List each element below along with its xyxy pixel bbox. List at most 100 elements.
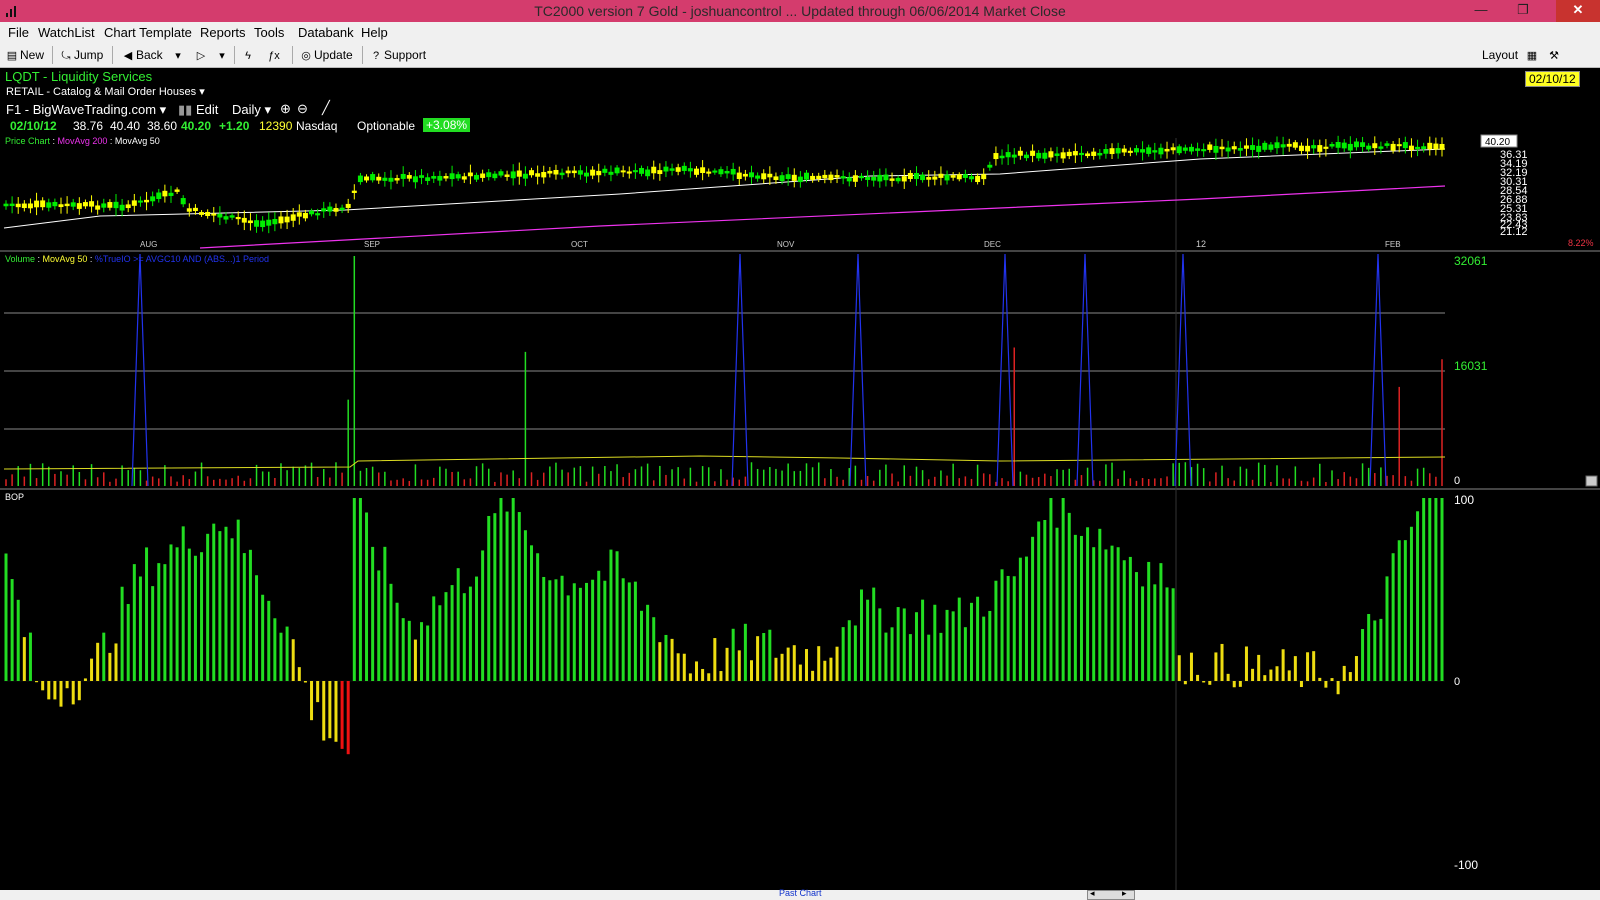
chart-canvas[interactable]: 36.31 34.19 32.19 30.31 28.54 26.88 25.3… [0, 68, 1600, 890]
price-candle [211, 213, 217, 216]
ticker-name[interactable]: LQDT - Liquidity Services [5, 69, 152, 84]
price-candle [681, 165, 687, 171]
price-candle [1103, 149, 1109, 154]
bop-tick: 0 [1454, 676, 1460, 688]
zoom-out-icon[interactable]: ⊖ [297, 101, 308, 117]
price-candle [1353, 141, 1359, 148]
price-candle [828, 174, 834, 181]
price-pane-label[interactable]: Price Chart : MovAvg 200 : MovAvg 50 [5, 136, 160, 146]
bop-bar [554, 579, 558, 681]
zoom-in-icon[interactable]: ⊕ [280, 101, 291, 117]
menu-tools[interactable]: Tools [254, 25, 284, 40]
jump-button[interactable]: ⤿ Jump [60, 47, 103, 65]
edit-button[interactable]: ▮▮ Edit [178, 102, 218, 118]
bop-bar [1403, 540, 1407, 681]
period-dropdown[interactable]: Daily ▾ [232, 102, 271, 118]
layout-button[interactable]: Layout [1482, 47, 1518, 65]
price-candle [975, 175, 981, 183]
minimize-button[interactable]: — [1466, 0, 1496, 22]
menu-databank[interactable]: Databank [298, 25, 354, 40]
price-candle [107, 202, 113, 208]
menu-watchlist[interactable]: WatchList [38, 25, 95, 40]
pcf-spike [131, 253, 149, 487]
date-badge: 02/10/12 [1525, 71, 1580, 87]
bop-bars [4, 498, 1444, 755]
help-icon: ? [372, 50, 380, 62]
price-candle [779, 175, 785, 182]
price-candle [254, 220, 260, 227]
bop-bar [1147, 561, 1151, 681]
update-button[interactable]: ◎ Update [300, 47, 353, 65]
draw-tool-button[interactable]: ϟ [242, 47, 256, 65]
price-candle [1231, 146, 1237, 150]
jump-label: Jump [74, 48, 104, 62]
bop-bar [413, 639, 417, 681]
bop-bar [1287, 670, 1291, 681]
bop-bar [1299, 681, 1303, 688]
pane-resize-handle[interactable] [1585, 475, 1598, 487]
chart-scrollbar[interactable]: ◂ ▸ [1087, 888, 1135, 900]
menu-chart-template[interactable]: Chart Template [104, 25, 192, 40]
bop-bar [762, 633, 766, 681]
menu-reports[interactable]: Reports [200, 25, 246, 40]
bop-bar [224, 526, 228, 681]
bop-bar [90, 658, 94, 681]
bop-bar [328, 681, 332, 739]
back-button[interactable]: ◀ Back [122, 47, 163, 65]
price-candle [541, 171, 547, 178]
price-candle [1164, 148, 1170, 152]
draw-line-icon[interactable]: ╱ [322, 100, 330, 116]
scroll-left-icon[interactable]: ◂ [1090, 888, 1095, 899]
bop-tick: -100 [1454, 858, 1478, 872]
layout-grid-button[interactable]: ▦ [1526, 47, 1540, 65]
bop-bar [1061, 498, 1065, 681]
price-candle [376, 176, 382, 181]
close-button[interactable]: ✕ [1556, 0, 1600, 22]
chart-area[interactable]: 36.31 34.19 32.19 30.31 28.54 26.88 25.3… [0, 68, 1600, 890]
template-dropdown[interactable]: F1 - BigWaveTrading.com ▾ [6, 102, 166, 118]
volume-pane-label[interactable]: Volume : MovAvg 50 : %TrueIO >= AVGC10 A… [5, 254, 269, 264]
price-candle [1201, 149, 1207, 152]
layout-options-button[interactable]: ⚒ [1548, 47, 1562, 65]
forward-dropdown[interactable]: ▾ [216, 47, 230, 65]
bop-bar [53, 681, 57, 700]
bop-bar [303, 681, 307, 683]
month-label: SEP [364, 240, 380, 249]
bop-bar [1220, 643, 1224, 681]
bop-tick: 100 [1454, 493, 1474, 507]
formula-button[interactable]: ƒx [268, 47, 282, 65]
price-candle [40, 200, 46, 208]
bop-bar [248, 549, 252, 681]
bop-bar [652, 617, 656, 681]
bop-bar [676, 653, 680, 681]
restore-button[interactable]: ❐ [1508, 0, 1538, 22]
edit-label: Edit [195, 102, 219, 117]
bop-bar [1397, 540, 1401, 681]
bop-bar [71, 681, 75, 705]
bop-bar [1043, 520, 1047, 681]
pcf-spike [1369, 253, 1387, 487]
bop-pane-label[interactable]: BOP [5, 492, 24, 502]
ma200-label: MovAvg 200 [58, 136, 108, 146]
bop-bar [585, 582, 589, 681]
bop-bar [242, 553, 246, 681]
support-button[interactable]: ? Support [370, 47, 426, 65]
bop-bar [835, 646, 839, 681]
past-chart-link[interactable]: Past Chart [779, 888, 822, 898]
price-candle [926, 177, 932, 180]
volume-ma-path [3, 455, 1446, 470]
menu-file[interactable]: File [8, 25, 29, 40]
bop-bar [346, 681, 350, 755]
bop-bar [1373, 620, 1377, 681]
scroll-right-icon[interactable]: ▸ [1122, 888, 1127, 899]
chevron-down-icon: ▾ [175, 50, 181, 62]
forward-button[interactable]: ▷ [195, 47, 209, 65]
bop-bar [1391, 553, 1395, 681]
menu-help[interactable]: Help [361, 25, 388, 40]
industry-dropdown[interactable]: RETAIL - Catalog & Mail Order Houses ▾ [6, 85, 205, 98]
price-candle [455, 174, 461, 179]
back-dropdown[interactable]: ▾ [172, 47, 186, 65]
bop-bar [395, 602, 399, 681]
new-button[interactable]: ▤ New [6, 47, 44, 65]
bop-bar [615, 551, 619, 681]
